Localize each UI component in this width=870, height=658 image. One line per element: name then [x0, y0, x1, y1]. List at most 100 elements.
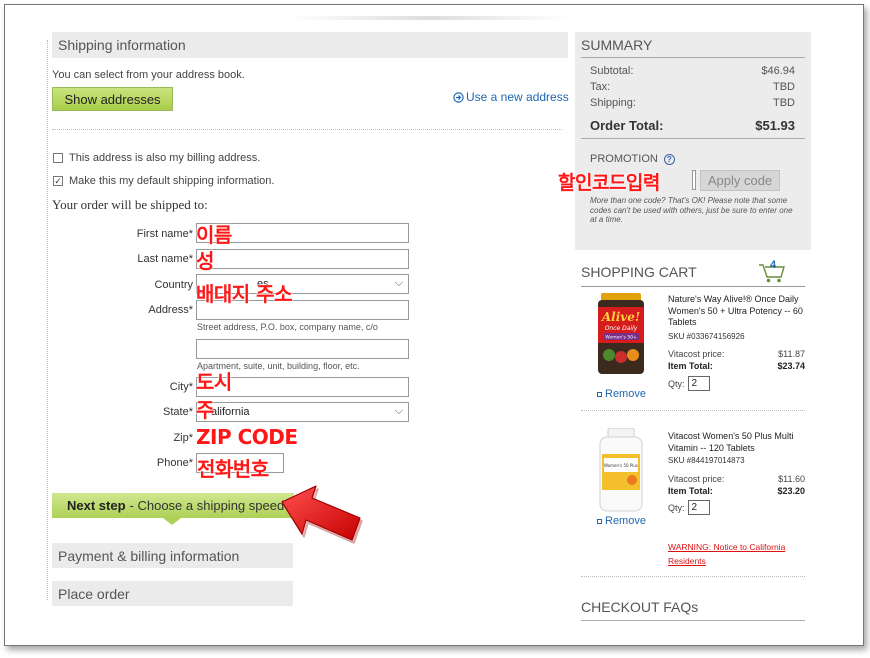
item2-qty: Qty: 2: [668, 500, 710, 515]
billing-same-label: This address is also my billing address.: [69, 152, 261, 164]
item2-remove-link[interactable]: Remove: [597, 515, 646, 527]
next-step-bold: Next step: [67, 498, 126, 513]
summary-rule: [581, 57, 805, 58]
item1-price-row: Vitacost price: $11.87: [668, 349, 805, 359]
promotion-label: PROMOTION?: [590, 153, 675, 165]
state-select[interactable]: alifornia ⌵: [196, 402, 409, 422]
alive-tag-text: Women's 50+: [605, 335, 637, 341]
tax-label: Tax:: [590, 81, 611, 93]
shipping-cost-label: Shipping:: [590, 97, 636, 109]
show-addresses-label: Show addresses: [64, 91, 161, 107]
chevron-down-icon: ⌵: [394, 277, 403, 289]
item1-total: $23.74: [777, 361, 805, 371]
item1-name[interactable]: Nature's Way Alive!® Once Daily Women's …: [668, 294, 808, 329]
product-image-vitacost[interactable]: Women's 50 Plus: [598, 428, 644, 514]
place-order-section-header[interactable]: Place order: [52, 581, 293, 606]
subtotal-row: Subtotal: $46.94: [590, 65, 795, 77]
item2-total-label: Item Total:: [668, 486, 713, 496]
arrow-circle-icon: [453, 91, 464, 103]
item1-remove-link[interactable]: Remove: [597, 388, 646, 400]
cart-bottom-divider: [581, 576, 805, 577]
phone-label: Phone*: [156, 457, 193, 469]
apply-code-label: Apply code: [707, 173, 773, 188]
item1-price: $11.87: [778, 349, 805, 359]
annotation-last-name: 성: [196, 249, 214, 273]
next-step-button[interactable]: Next step - Choose a shipping speed: [52, 493, 294, 518]
next-step-text: - Choose a shipping speed: [129, 498, 285, 513]
default-shipping-label: Make this my default shipping informatio…: [69, 175, 275, 187]
promo-help-text: More than one code? That's OK! Please no…: [590, 196, 793, 224]
annotation-country: 배대지 주소: [196, 282, 292, 306]
annotation-state: 주: [196, 398, 214, 422]
payment-title: Payment & billing information: [58, 547, 240, 564]
default-shipping-checkbox[interactable]: ✓ Make this my default shipping informat…: [53, 175, 274, 187]
shipped-to-heading: Your order will be shipped to:: [52, 197, 208, 212]
address-line2-field[interactable]: [196, 339, 409, 359]
billing-same-checkbox[interactable]: This address is also my billing address.: [53, 152, 260, 164]
item1-qty-label: Qty:: [668, 378, 685, 389]
place-order-title: Place order: [58, 585, 130, 602]
shipping-title: Shipping information: [58, 37, 186, 53]
item2-sku: SKU #844197014873: [668, 456, 745, 465]
annotation-first-name: 이름: [196, 223, 232, 247]
checkout-faq-title[interactable]: CHECKOUT FAQs: [581, 599, 698, 615]
shipping-divider: [52, 129, 562, 130]
apply-code-button[interactable]: Apply code: [700, 170, 780, 191]
show-addresses-button[interactable]: Show addresses: [52, 87, 173, 111]
item1-total-label: Item Total:: [668, 361, 713, 371]
summary-panel: SUMMARY Subtotal: $46.94 Tax: TBD Shipping…: [575, 32, 811, 250]
checkbox-checked-icon[interactable]: ✓: [53, 176, 63, 186]
item2-remove-label: Remove: [605, 515, 646, 527]
use-new-address-link[interactable]: Use a new address: [453, 90, 569, 104]
summary-rule-2: [581, 138, 805, 139]
square-bullet-icon: [597, 518, 602, 524]
shipping-row: Shipping: TBD: [590, 97, 795, 109]
annotation-zip: ZIP CODE: [196, 425, 298, 449]
item1-qty-input[interactable]: 2: [687, 376, 710, 391]
payment-section-header[interactable]: Payment & billing information: [52, 543, 293, 568]
vitacost-label-text: Women's 50 Plus: [604, 463, 638, 468]
address-book-text: You can select from your address book.: [52, 69, 245, 81]
tax-row: Tax: TBD: [590, 81, 795, 93]
item2-name[interactable]: Vitacost Women's 50 Plus Multi Vitamin -…: [668, 431, 808, 454]
checkbox-empty-icon[interactable]: [53, 153, 63, 163]
item1-remove-label: Remove: [605, 388, 646, 400]
cart-rule: [581, 286, 805, 287]
product-image-alive[interactable]: Alive! Once Daily Women's 50+: [597, 293, 645, 375]
next-step-notch: [163, 518, 181, 525]
subtotal-label: Subtotal:: [590, 65, 634, 77]
item2-total: $23.20: [777, 486, 805, 496]
first-name-label: First name*: [136, 228, 193, 240]
order-total-row: Order Total: $51.93: [590, 118, 795, 133]
square-bullet-icon: [597, 391, 602, 397]
annotation-city: 도시: [196, 370, 232, 394]
item2-qty-input[interactable]: 2: [687, 500, 710, 515]
promo-code-input[interactable]: [692, 170, 696, 190]
help-icon[interactable]: ?: [663, 153, 675, 165]
order-total-label: Order Total:: [590, 118, 664, 133]
alive-sub-text: Once Daily: [605, 325, 638, 332]
item2-qty-label: Qty:: [668, 502, 685, 513]
order-total-value: $51.93: [755, 118, 795, 133]
annotation-phone: 전화번호: [197, 457, 269, 481]
subtotal-value: $46.94: [761, 65, 795, 77]
tax-value: TBD: [773, 81, 795, 93]
annotation-promo: 할인코드입력: [558, 172, 660, 194]
chevron-down-icon: ⌵: [394, 405, 403, 417]
cart-count-badge: 4: [770, 259, 777, 271]
shipping-section-header[interactable]: Shipping information: [52, 32, 568, 58]
item2-price: $11.60: [778, 474, 805, 484]
item2-price-label: Vitacost price:: [668, 474, 725, 484]
country-label: Country: [154, 279, 193, 291]
item1-price-label: Vitacost price:: [668, 349, 725, 359]
alive-brand-text: Alive!: [601, 310, 640, 324]
item1-qty: Qty: 2: [668, 376, 710, 391]
item1-sku: SKU #033674156926: [668, 332, 745, 341]
summary-title: SUMMARY: [581, 37, 653, 53]
shipping-cost-value: TBD: [773, 97, 795, 109]
zip-label: Zip*: [173, 432, 193, 444]
california-warning-link[interactable]: WARNING: Notice to California Residents: [668, 540, 798, 568]
city-label: City*: [169, 381, 193, 393]
last-name-field[interactable]: [196, 249, 409, 269]
address-line1-hint: Street address, P.O. box, company name, …: [197, 322, 378, 332]
